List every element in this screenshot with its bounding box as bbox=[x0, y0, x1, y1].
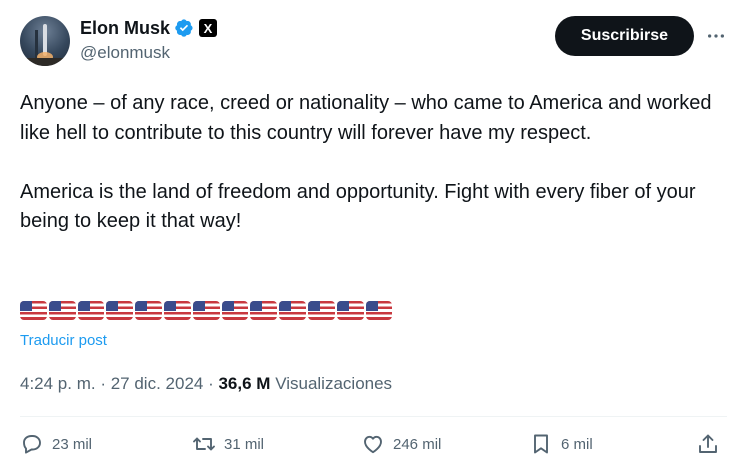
us-flag-icon bbox=[106, 301, 134, 320]
bookmark-icon bbox=[534, 434, 548, 454]
reply-icon bbox=[23, 435, 41, 454]
views-label: Visualizaciones bbox=[275, 374, 393, 393]
us-flag-icon bbox=[77, 301, 105, 320]
flag-emoji-row bbox=[20, 301, 393, 320]
us-flag-icon bbox=[336, 301, 364, 320]
repost-count: 31 mil bbox=[224, 435, 265, 453]
meta-separator: · bbox=[203, 374, 219, 393]
us-flag-icon bbox=[365, 301, 393, 320]
x-affiliation-badge: X bbox=[199, 19, 218, 37]
us-flag-icon bbox=[250, 301, 278, 320]
us-flag-icon bbox=[20, 301, 47, 320]
share-icon bbox=[699, 434, 717, 453]
views-count: 36,6 M bbox=[218, 374, 271, 393]
tweet-text: Anyone – of any race, creed or nationali… bbox=[20, 89, 725, 237]
us-flag-icon bbox=[192, 301, 220, 320]
more-options-icon[interactable] bbox=[705, 25, 727, 47]
avatar[interactable] bbox=[20, 16, 70, 66]
us-flag-icon bbox=[163, 301, 191, 320]
bookmark-count: 6 mil bbox=[561, 435, 593, 453]
divider bbox=[20, 416, 727, 417]
us-flag-icon bbox=[307, 301, 335, 320]
meta-separator: · bbox=[95, 374, 111, 393]
like-button[interactable]: 246 mil bbox=[361, 432, 441, 456]
reply-button[interactable]: 23 mil bbox=[20, 432, 92, 456]
reply-count: 23 mil bbox=[52, 435, 93, 453]
tweet-header: Elon Musk X @elonmusk Suscribirse bbox=[20, 15, 727, 67]
tweet-time[interactable]: 4:24 p. m. bbox=[20, 374, 96, 394]
like-count: 246 mil bbox=[393, 435, 442, 453]
subscribe-button[interactable]: Suscribirse bbox=[555, 16, 694, 56]
repost-button[interactable]: 31 mil bbox=[192, 432, 264, 456]
tweet-paragraph-2: America is the land of freedom and oppor… bbox=[20, 180, 696, 233]
us-flag-icon bbox=[48, 301, 76, 320]
verified-badge-icon bbox=[174, 18, 194, 38]
author-name[interactable]: Elon Musk bbox=[80, 18, 170, 39]
tweet-paragraph-1: Anyone – of any race, creed or nationali… bbox=[20, 92, 712, 144]
us-flag-icon bbox=[135, 301, 162, 320]
avatar-ground-shape bbox=[20, 58, 70, 66]
tweet-actions-bar: 23 mil 31 mil 246 mil 6 mil bbox=[20, 430, 727, 462]
tweet-date[interactable]: 27 dic. 2024 bbox=[111, 374, 204, 394]
tweet-meta: 4:24 p. m. · 27 dic. 2024 · 36,6 M Visua… bbox=[20, 374, 392, 394]
translate-post-link[interactable]: Traducir post bbox=[20, 332, 107, 349]
us-flag-icon bbox=[279, 301, 306, 320]
bookmark-button[interactable]: 6 mil bbox=[529, 432, 593, 456]
share-button[interactable] bbox=[696, 432, 720, 456]
heart-icon bbox=[364, 435, 382, 454]
author-handle[interactable]: @elonmusk bbox=[80, 43, 170, 63]
us-flag-icon bbox=[221, 301, 249, 320]
author-name-row: Elon Musk X bbox=[80, 17, 218, 39]
repost-icon bbox=[193, 437, 215, 451]
